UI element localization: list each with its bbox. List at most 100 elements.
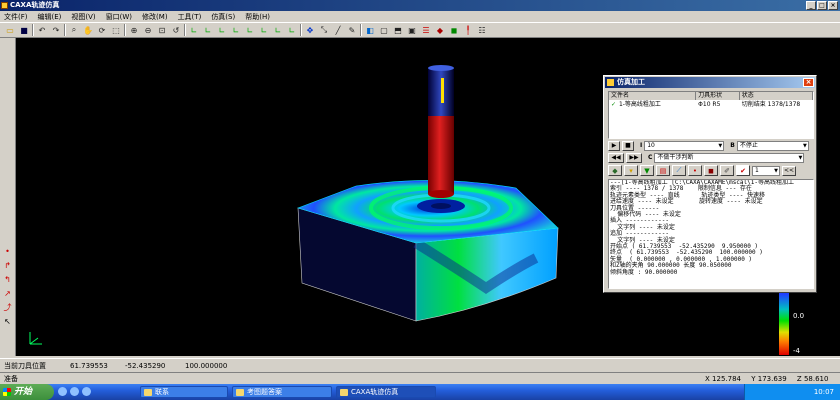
undo-icon[interactable]: ↶ <box>36 24 48 36</box>
move-icon[interactable]: ✥ <box>304 24 316 36</box>
legend-min: -4 <box>793 347 800 355</box>
line-icon[interactable]: ╱ <box>332 24 344 36</box>
list-icon[interactable]: ☷ <box>476 24 488 36</box>
view-iso-icon[interactable]: ∟ <box>272 24 284 36</box>
rotate-icon[interactable]: ⟳ <box>96 24 108 36</box>
tool-icon[interactable]: ╿ <box>462 24 474 36</box>
menu-help[interactable]: 帮助(H) <box>245 12 270 22</box>
zoom-window-icon[interactable]: ⊡ <box>156 24 168 36</box>
box-icon[interactable]: ▢ <box>378 24 390 36</box>
tool-position-x: 61.739553 <box>70 362 108 370</box>
dialog-icon <box>607 79 614 86</box>
cursor-icon[interactable]: ↖ <box>2 316 13 327</box>
check-button-icon[interactable]: ✔ <box>736 165 750 176</box>
c-combo[interactable]: 不做干涉判断 <box>654 152 805 163</box>
check-icon: ✓ <box>611 101 617 108</box>
zoom-in-icon[interactable]: ⊕ <box>128 24 140 36</box>
ie-icon[interactable] <box>58 387 67 396</box>
view-y-label: Y <box>751 375 756 383</box>
view-z: 58.610 <box>803 375 829 383</box>
arc2-icon[interactable]: ↰ <box>2 274 13 285</box>
menu-file[interactable]: 文件(F) <box>4 12 28 22</box>
task-answers[interactable]: 考图题答案 <box>232 386 332 398</box>
dialog-title-bar: 仿真加工 × <box>605 77 815 88</box>
view-front-icon[interactable]: ∟ <box>188 24 200 36</box>
view-x: 125.784 <box>712 375 741 383</box>
dialog-close-button[interactable]: × <box>803 78 814 87</box>
close-button[interactable]: × <box>828 1 838 10</box>
view-right-icon[interactable]: ∟ <box>230 24 242 36</box>
log-line: 倾斜角度 : 90.000000 <box>610 268 678 276</box>
view-left-icon[interactable]: ∟ <box>216 24 228 36</box>
task-contact[interactable]: 联系 <box>140 386 228 398</box>
view-back-icon[interactable]: ∟ <box>202 24 214 36</box>
table-row[interactable]: ✓ 1-等高线粗加工 Φ10 R5 切削结束 1378/1378 <box>609 100 813 109</box>
point-display-icon[interactable]: • <box>688 165 702 176</box>
zoom-icon[interactable]: ⌕ <box>68 24 80 36</box>
play-button[interactable]: ▶ <box>608 140 620 151</box>
col-filename[interactable]: 文件名 <box>609 92 697 100</box>
save-icon[interactable]: ■ <box>18 24 30 36</box>
tool-display-icon[interactable]: ▾ <box>624 165 638 176</box>
menu-simulation[interactable]: 仿真(S) <box>211 12 235 22</box>
view-top-icon[interactable]: ∟ <box>244 24 256 36</box>
arc-icon[interactable]: ↱ <box>2 260 13 271</box>
wire-icon[interactable]: ⬒ <box>392 24 404 36</box>
maximize-button[interactable]: □ <box>817 1 827 10</box>
pen-icon[interactable]: ✎ <box>346 24 358 36</box>
log-panel[interactable]: ---[1-等高线粗加工 [C:\CAXA\CAXAME\mscal\1-等高线… <box>608 179 814 289</box>
menu-modify[interactable]: 修改(M) <box>142 12 168 22</box>
rewind-button[interactable]: ◀◀ <box>608 152 624 163</box>
start-button[interactable]: 开始 <box>0 384 54 400</box>
measure-icon[interactable]: ⤡ <box>318 24 330 36</box>
tool-position-z: 100.000000 <box>185 362 228 370</box>
menu-edit[interactable]: 编辑(E) <box>38 12 62 22</box>
stop-button[interactable]: ■ <box>622 140 634 151</box>
b-combo[interactable]: 不停止 <box>736 140 809 151</box>
col-tool-shape[interactable]: 刀具形状 <box>696 92 740 100</box>
left-toolbar: • ↱ ↰ ↗ ⤴ ↖ <box>0 38 16 356</box>
view-bottom-icon[interactable]: ∟ <box>258 24 270 36</box>
menu-view[interactable]: 视图(V) <box>71 12 95 22</box>
zoom-prev-icon[interactable]: ↺ <box>170 24 182 36</box>
color-icon[interactable]: ◼ <box>448 24 460 36</box>
minimize-button[interactable]: _ <box>806 1 816 10</box>
c-label: C <box>648 154 653 161</box>
i-combo[interactable]: 10 <box>644 140 725 151</box>
clock[interactable]: 10:07 <box>814 388 834 396</box>
zoom-out-icon[interactable]: ⊖ <box>142 24 154 36</box>
redo-icon[interactable]: ↷ <box>50 24 62 36</box>
box-display-icon[interactable]: ◼ <box>704 165 718 176</box>
erase-icon[interactable]: ✐ <box>720 165 734 176</box>
col-status[interactable]: 状态 <box>740 92 813 100</box>
solid-display-icon[interactable]: ◆ <box>608 165 622 176</box>
pan-icon[interactable]: ✋ <box>82 24 94 36</box>
select-icon[interactable]: ⬚ <box>110 24 122 36</box>
display-icon[interactable]: ▣ <box>406 24 418 36</box>
path-display-icon[interactable]: ⟋ <box>672 165 686 176</box>
folder-icon <box>236 389 244 396</box>
task-label: 考图题答案 <box>247 388 282 396</box>
point-icon[interactable]: • <box>2 246 13 257</box>
forward-button[interactable]: ▶▶ <box>626 152 642 163</box>
menu-tools[interactable]: 工具(T) <box>178 12 202 22</box>
view-axis-icon[interactable]: ∟ <box>286 24 298 36</box>
curve-icon[interactable]: ↗ <box>2 288 13 299</box>
main-toolbar: ▭ ■ ↶ ↷ ⌕ ✋ ⟳ ⬚ ⊕ ⊖ ⊡ ↺ ∟ ∟ ∟ ∟ ∟ ∟ ∟ ∟ … <box>0 22 840 38</box>
shade-icon[interactable]: ◧ <box>364 24 376 36</box>
filter-icon[interactable]: ▼ <box>640 165 654 176</box>
color-bar-icon[interactable]: ▤ <box>656 165 670 176</box>
task-caxa[interactable]: CAXA轨迹仿真 <box>336 386 436 398</box>
path-icon[interactable]: ⤴ <box>2 302 13 313</box>
tool-tip <box>428 190 454 198</box>
media-icon[interactable] <box>70 387 79 396</box>
file-list[interactable]: 文件名 刀具形状 状态 ✓ 1-等高线粗加工 Φ10 R5 切削结束 1378/… <box>608 91 814 139</box>
menu-window[interactable]: 窗口(W) <box>106 12 132 22</box>
cut-icon[interactable]: ☰ <box>420 24 432 36</box>
back-button[interactable]: << <box>782 165 796 176</box>
row-tool: Φ10 R5 <box>698 101 721 108</box>
open-icon[interactable]: ▭ <box>4 24 16 36</box>
solid-icon[interactable]: ◆ <box>434 24 446 36</box>
desktop-icon[interactable] <box>82 387 91 396</box>
step-combo[interactable]: 1 <box>752 165 780 176</box>
